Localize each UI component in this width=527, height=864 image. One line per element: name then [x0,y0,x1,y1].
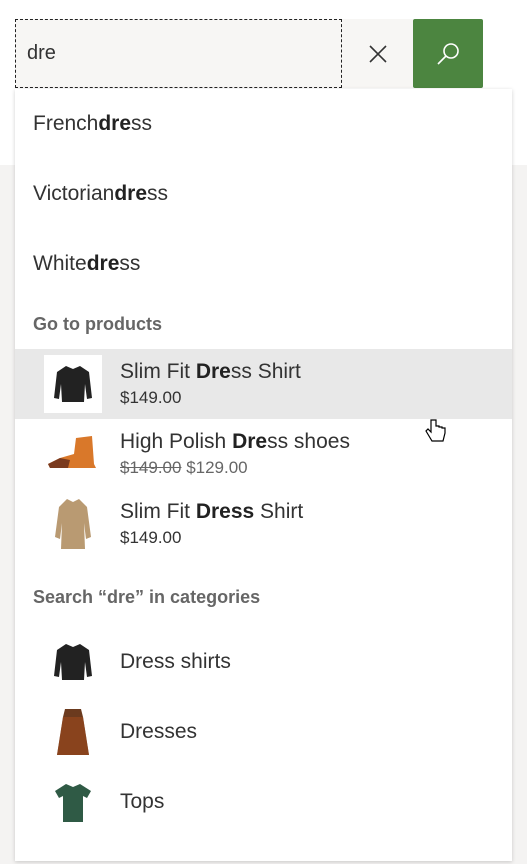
product-name: Slim Fit Dress Shirt [120,360,301,383]
autocomplete-dropdown: French dre ss Victorian dre ss White dre ss… [15,89,512,861]
search-button[interactable] [413,19,483,88]
category-thumbnail [44,773,102,831]
categories-heading: Search “dre” in categories [33,586,261,607]
category-item[interactable]: Dresses [15,697,512,767]
product-name: High Polish Dress shoes [120,430,350,453]
hand-cursor-icon [425,419,446,442]
sale-price: $129.00 [186,458,248,477]
product-price: $149.00 [120,528,182,547]
shirt-icon [54,644,92,680]
category-item[interactable]: Dress shirts [15,627,512,697]
coat-icon [55,499,91,549]
product-thumbnail [44,425,102,483]
product-name: Slim Fit Dress Shirt [120,500,304,523]
old-price: $149.00 [120,458,182,477]
product-thumbnail [44,355,102,413]
text: ss [147,182,169,205]
dress-icon [57,709,89,755]
suggestion-item[interactable]: White dre ss [15,229,512,299]
product-item[interactable]: Slim Fit Dress Shirt $149.00 [15,489,512,559]
clear-button[interactable] [342,19,413,88]
match: dre [86,252,120,275]
suggestion-item[interactable]: French dre ss [15,89,512,159]
shoe-icon [48,436,96,468]
category-thumbnail [44,633,102,691]
category-item[interactable]: Tops [15,767,512,837]
suggestion-item[interactable]: Victorian dre ss [15,159,512,229]
text: French [33,112,99,135]
shirt-icon [54,366,92,402]
category-label: Dress shirts [120,650,231,673]
product-thumbnail [44,495,102,553]
close-icon [368,44,387,63]
match: dre [98,112,132,135]
category-label: Dresses [120,720,198,743]
category-label: Tops [120,790,165,813]
text: ss [131,112,153,135]
search-bar: dre [15,19,483,88]
product-item[interactable]: Slim Fit Dress Shirt $149.00 [15,349,512,419]
search-icon [437,42,459,65]
product-price: $149.00 $129.00 [120,458,350,478]
tshirt-icon [55,784,91,822]
text: Victorian [33,182,115,205]
search-input[interactable]: dre [15,19,342,88]
text: ss [119,252,141,275]
text: White [33,252,87,275]
products-heading: Go to products [33,313,162,334]
match: dre [114,182,148,205]
product-price: $149.00 [120,388,182,407]
category-thumbnail [44,703,102,761]
